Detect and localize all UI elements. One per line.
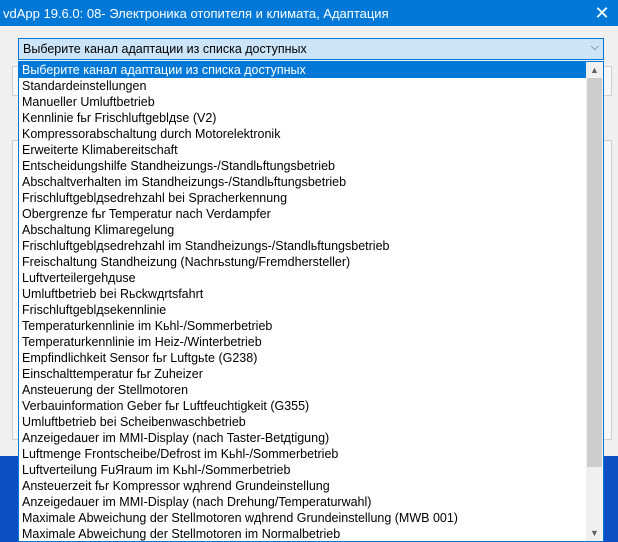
dropdown-option[interactable]: Frischluftgeblдsedrehzahl bei Spracherke… — [19, 190, 586, 206]
dropdown-option[interactable]: Umluftbetrieb bei Rьckwдrtsfahrt — [19, 286, 586, 302]
window-title: vdApp 19.6.0: 08- Электроника отопителя … — [3, 5, 389, 21]
dropdown-option[interactable]: Kompressorabschaltung durch Motorelektro… — [19, 126, 586, 142]
dropdown-option[interactable]: Anzeigedauer im MMI-Display (nach Drehun… — [19, 494, 586, 510]
dropdown-list[interactable]: Выберите канал адаптации из списка досту… — [18, 61, 604, 542]
dropdown-option[interactable]: Verbauinformation Geber fьr Luftfeuchtig… — [19, 398, 586, 414]
dropdown-option[interactable]: Entscheidungshilfe Standheizungs-/Standl… — [19, 158, 586, 174]
dropdown-option[interactable]: Ansteuerung der Stellmotoren — [19, 382, 586, 398]
dropdown-option[interactable]: Maximale Abweichung der Stellmotoren wдh… — [19, 510, 586, 526]
scroll-down-icon[interactable]: ▼ — [586, 525, 603, 541]
dropdown-option[interactable]: Frischluftgeblдsedrehzahl im Standheizun… — [19, 238, 586, 254]
dropdown-option[interactable]: Maximale Abweichung der Stellmotoren im … — [19, 526, 586, 541]
chevron-down-icon[interactable]: ⌵ — [591, 41, 599, 54]
dropdown-selected-value: Выберите канал адаптации из списка досту… — [23, 42, 307, 56]
scrollbar[interactable]: ▲ ▼ — [586, 62, 603, 541]
dropdown-option[interactable]: Umluftbetrieb bei Scheibenwaschbetrieb — [19, 414, 586, 430]
dropdown-option[interactable]: Abschaltung Klimaregelung — [19, 222, 586, 238]
dropdown-option[interactable]: Abschaltverhalten im Standheizungs-/Stan… — [19, 174, 586, 190]
dropdown-option[interactable]: Freischaltung Standheizung (Nachrьstung/… — [19, 254, 586, 270]
dropdown-option[interactable]: Luftverteilergehдuse — [19, 270, 586, 286]
dropdown-option[interactable]: Выберите канал адаптации из списка досту… — [19, 62, 586, 78]
scroll-up-icon[interactable]: ▲ — [586, 62, 603, 78]
dropdown-option[interactable]: Temperaturkennlinie im Kьhl-/Sommerbetri… — [19, 318, 586, 334]
title-bar: vdApp 19.6.0: 08- Электроника отопителя … — [0, 0, 618, 26]
dropdown-option[interactable]: Luftverteilung FuЯraum im Kьhl-/Sommerbe… — [19, 462, 586, 478]
dropdown-option[interactable]: Ansteuerzeit fьr Kompressor wдhrend Grun… — [19, 478, 586, 494]
dropdown-option[interactable]: Kennlinie fьr Frischluftgeblдse (V2) — [19, 110, 586, 126]
dropdown-option[interactable]: Temperaturkennlinie im Heiz-/Winterbetri… — [19, 334, 586, 350]
adaptation-channel-dropdown[interactable]: Выберите канал адаптации из списка досту… — [18, 38, 604, 60]
dropdown-option[interactable]: Frischluftgeblдsekennlinie — [19, 302, 586, 318]
dropdown-option[interactable]: Erweiterte Klimabereitschaft — [19, 142, 586, 158]
close-icon[interactable]: ✕ — [586, 0, 618, 26]
dropdown-option[interactable]: Manueller Umluftbetrieb — [19, 94, 586, 110]
dropdown-option[interactable]: Luftmenge Frontscheibe/Defrost im Kьhl-/… — [19, 446, 586, 462]
dropdown-option[interactable]: Standardeinstellungen — [19, 78, 586, 94]
dropdown-option[interactable]: Einschalttemperatur fьr Zuheizer — [19, 366, 586, 382]
dropdown-option[interactable]: Anzeigedauer im MMI-Display (nach Taster… — [19, 430, 586, 446]
dropdown-option[interactable]: Obergrenze fьr Temperatur nach Verdampfe… — [19, 206, 586, 222]
scrollbar-thumb[interactable] — [587, 78, 602, 467]
dropdown-option[interactable]: Empfindlichkeit Sensor fьr Luftgьte (G23… — [19, 350, 586, 366]
